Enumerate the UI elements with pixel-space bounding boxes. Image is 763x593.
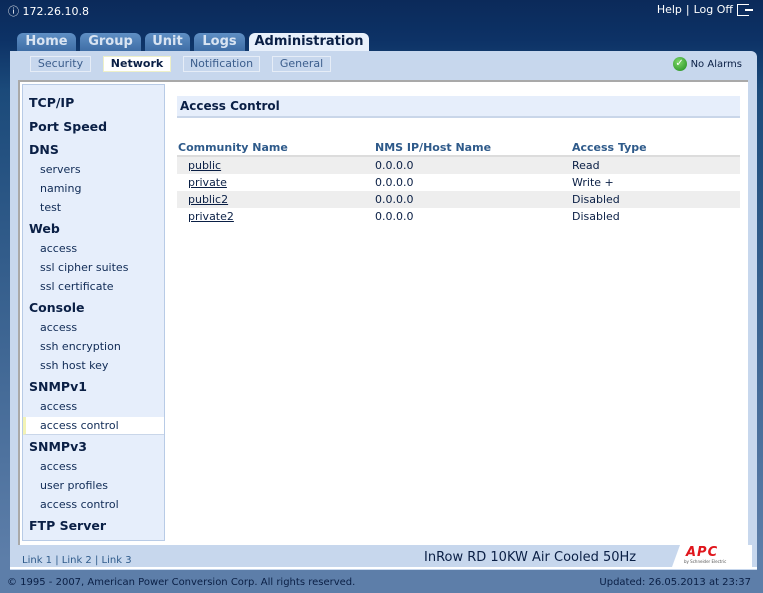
community-link[interactable]: public bbox=[188, 157, 221, 174]
nms-host: 0.0.0.0 bbox=[375, 193, 414, 206]
tab-unit[interactable]: Unit bbox=[145, 33, 190, 51]
sidebar-item-access-control[interactable]: access control bbox=[40, 419, 119, 432]
updated-timestamp: Updated: 26.05.2013 at 23:37 bbox=[599, 577, 751, 588]
col-community-name: Community Name bbox=[178, 141, 288, 154]
logoff-icon[interactable] bbox=[737, 3, 753, 16]
sidebar-item-tcp-ip[interactable]: TCP/IP bbox=[29, 95, 74, 110]
nms-host: 0.0.0.0 bbox=[375, 210, 414, 223]
sidebar-item-test[interactable]: test bbox=[40, 201, 61, 214]
sidebar-item-access[interactable]: access bbox=[40, 400, 77, 413]
table-row: private 0.0.0.0 Write + bbox=[177, 174, 740, 191]
sidebar-item-port-speed[interactable]: Port Speed bbox=[29, 119, 107, 134]
subtab-security[interactable]: Security bbox=[30, 56, 91, 72]
check-circle-icon: ✓ bbox=[672, 57, 687, 71]
col-access-type: Access Type bbox=[572, 141, 647, 154]
nms-host: 0.0.0.0 bbox=[375, 176, 414, 189]
sidebar-item-naming[interactable]: naming bbox=[40, 182, 81, 195]
separator: | bbox=[685, 3, 690, 16]
sidebar-item-snmpv1[interactable]: SNMPv1 bbox=[29, 379, 87, 394]
access-type: Disabled bbox=[572, 193, 620, 206]
alarm-status[interactable]: ✓ No Alarms bbox=[672, 57, 742, 71]
tab-group[interactable]: Group bbox=[80, 33, 141, 51]
sidebar-item-ssl-certificate[interactable]: ssl certificate bbox=[40, 280, 114, 293]
host-ip: ⓘ 172.26.10.8 bbox=[8, 5, 89, 18]
table-row: public2 0.0.0.0 Disabled bbox=[177, 191, 740, 208]
sidebar-item-servers[interactable]: servers bbox=[40, 163, 81, 176]
sidebar-item-dns[interactable]: DNS bbox=[29, 142, 59, 157]
sidebar: TCP/IP Port Speed DNS servers naming test Web a… bbox=[22, 84, 165, 541]
apc-logo: APC by Schneider Electric bbox=[672, 545, 752, 567]
info-icon: ⓘ bbox=[8, 5, 19, 18]
community-link[interactable]: private bbox=[188, 174, 227, 191]
link-2[interactable]: Link 2 bbox=[62, 555, 92, 566]
copyright: © 1995 - 2007, American Power Conversion… bbox=[7, 577, 356, 588]
table-row: private2 0.0.0.0 Disabled bbox=[177, 208, 740, 225]
subtab-general[interactable]: General bbox=[272, 56, 331, 72]
sidebar-item-console[interactable]: Console bbox=[29, 300, 84, 315]
community-link[interactable]: public2 bbox=[188, 191, 228, 208]
sidebar-item-ssl-cipher-suites[interactable]: ssl cipher suites bbox=[40, 261, 128, 274]
footer-links: Link 1 | Link 2 | Link 3 bbox=[22, 555, 132, 566]
nms-host: 0.0.0.0 bbox=[375, 159, 414, 172]
logoff-link[interactable]: Log Off bbox=[694, 3, 733, 16]
access-type: Disabled bbox=[572, 210, 620, 223]
access-type: Read bbox=[572, 159, 600, 172]
link-1[interactable]: Link 1 bbox=[22, 555, 52, 566]
access-type: Write + bbox=[572, 176, 614, 189]
sidebar-item-web[interactable]: Web bbox=[29, 221, 60, 236]
tab-home[interactable]: Home bbox=[17, 33, 76, 51]
sidebar-item-access[interactable]: access bbox=[40, 460, 77, 473]
subtab-notification[interactable]: Notification bbox=[183, 56, 260, 72]
device-model: InRow RD 10KW Air Cooled 50Hz bbox=[424, 550, 637, 565]
sidebar-item-ssh-host-key[interactable]: ssh host key bbox=[40, 359, 108, 372]
tab-administration[interactable]: Administration bbox=[249, 33, 369, 52]
sidebar-item-ftp-server[interactable]: FTP Server bbox=[29, 518, 106, 533]
tab-logs[interactable]: Logs bbox=[194, 33, 245, 51]
top-links: Help | Log Off bbox=[657, 3, 753, 16]
help-link[interactable]: Help bbox=[657, 3, 682, 16]
community-link[interactable]: private2 bbox=[188, 208, 234, 225]
table-row: public 0.0.0.0 Read bbox=[177, 157, 740, 174]
sidebar-item-access[interactable]: access bbox=[40, 242, 77, 255]
subtab-network[interactable]: Network bbox=[103, 56, 171, 72]
sidebar-item-snmpv3[interactable]: SNMPv3 bbox=[29, 439, 87, 454]
sidebar-item-access-control[interactable]: access control bbox=[40, 498, 119, 511]
page-title: Access Control bbox=[177, 96, 740, 118]
sidebar-item-ssh-encryption[interactable]: ssh encryption bbox=[40, 340, 121, 353]
sidebar-item-user-profiles[interactable]: user profiles bbox=[40, 479, 108, 492]
sidebar-item-access[interactable]: access bbox=[40, 321, 77, 334]
link-3[interactable]: Link 3 bbox=[102, 555, 132, 566]
col-nms-host: NMS IP/Host Name bbox=[375, 141, 492, 154]
